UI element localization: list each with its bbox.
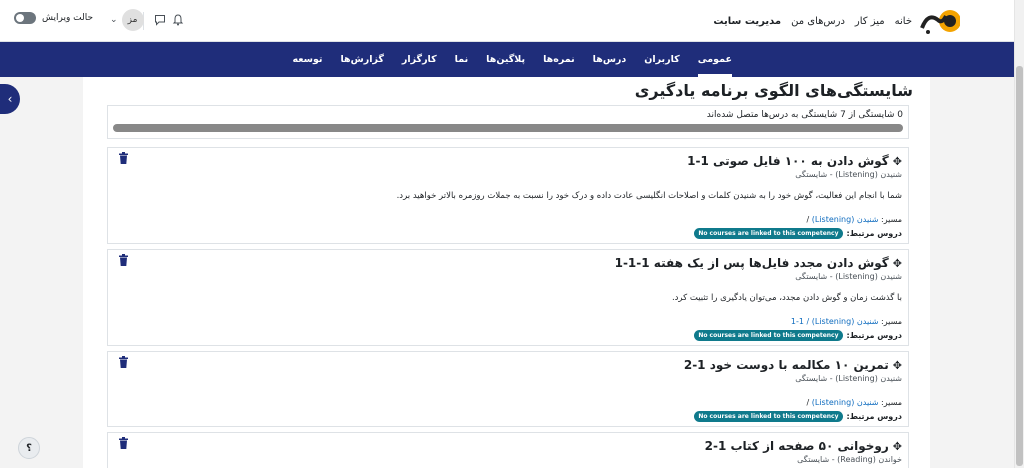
scrollbar[interactable] — [1014, 0, 1024, 468]
user-menu[interactable]: ⌄ مز — [110, 9, 144, 31]
progress-bar — [113, 124, 903, 132]
nav-dashboard[interactable]: میز کار — [855, 16, 885, 27]
related-courses: دروس مرتبط: No courses are linked to thi… — [694, 411, 902, 422]
path-link[interactable]: شنیدن (Listening) — [812, 398, 879, 407]
nav-site-admin[interactable]: مدیریت سایت — [713, 16, 781, 27]
related-courses: دروس مرتبط: No courses are linked to thi… — [694, 228, 902, 239]
competency-title[interactable]: ✥ گوش دادن مجدد فایل‌ها پس از یک هفته 1-… — [615, 256, 902, 270]
tab-users[interactable]: کاربران — [644, 42, 679, 77]
tab-courses[interactable]: درس‌ها — [593, 42, 627, 77]
competency-subtitle: شنیدن (Listening) - شایستگی — [795, 272, 902, 281]
no-courses-badge: No courses are linked to this competency — [694, 330, 843, 341]
competency-title-text: روخوانی ۵۰ صفحه از کتاب 1-2 — [704, 439, 889, 453]
move-icon[interactable]: ✥ — [893, 257, 902, 270]
competency-title[interactable]: ✥ تمرین ۱۰ مکالمه با دوست خود 1-2 — [684, 358, 902, 372]
move-icon[interactable]: ✥ — [893, 359, 902, 372]
trash-icon[interactable] — [118, 254, 129, 266]
bell-icon[interactable] — [172, 14, 184, 26]
trash-icon[interactable] — [118, 356, 129, 368]
competency-card: ✥ گوش دادن مجدد فایل‌ها پس از یک هفته 1-… — [107, 249, 909, 346]
main-content: شایستگی‌های الگوی برنامه یادگیری 0 شایست… — [83, 77, 930, 468]
tab-reports[interactable]: گزارش‌ها — [340, 42, 383, 77]
competency-path: مسیر: شنیدن (Listening) / 1-1 — [790, 317, 902, 326]
help-button[interactable]: ؟ — [18, 437, 40, 459]
competency-card: ✥ گوش دادن به ۱۰۰ فایل صوتی 1-1 شنیدن (L… — [107, 147, 909, 244]
competency-path: مسیر: شنیدن (Listening) / — [806, 398, 902, 407]
site-logo[interactable] — [920, 6, 960, 36]
competency-title-text: گوش دادن به ۱۰۰ فایل صوتی 1-1 — [687, 154, 889, 168]
move-icon[interactable]: ✥ — [893, 155, 902, 168]
chevron-right-icon: › — [7, 92, 13, 106]
nav-home[interactable]: خانه — [895, 16, 912, 27]
move-icon[interactable]: ✥ — [893, 440, 902, 453]
chevron-down-icon[interactable]: ⌄ — [110, 15, 118, 25]
no-courses-badge: No courses are linked to this competency — [694, 411, 843, 422]
avatar[interactable]: مز — [121, 9, 144, 31]
tab-server[interactable]: کارگزار — [402, 42, 437, 77]
top-header: خانه میز کار درس‌های من مدیریت سایت ⌄ مز… — [0, 0, 1014, 42]
primary-nav: خانه میز کار درس‌های من مدیریت سایت — [713, 0, 912, 42]
nav-my-courses[interactable]: درس‌های من — [791, 16, 845, 27]
secondary-nav: عمومی کاربران درس‌ها نمره‌ها پلاگین‌ها ن… — [0, 42, 1014, 77]
competency-description: شما با انجام این فعالیت، گوش خود را به ش… — [396, 191, 902, 201]
competency-title-text: تمرین ۱۰ مکالمه با دوست خود 1-2 — [683, 358, 889, 372]
competency-summary: 0 شایستگی از 7 شایستگی به درس‌ها متصل شد… — [107, 105, 909, 139]
edit-mode-label: حالت ویرایش — [42, 13, 94, 23]
competency-title[interactable]: ✥ روخوانی ۵۰ صفحه از کتاب 1-2 — [705, 439, 902, 453]
edit-mode-switch[interactable] — [14, 12, 36, 24]
competency-subtitle: خواندن (Reading) - شایستگی — [797, 455, 902, 464]
path-link[interactable]: شنیدن (Listening) — [812, 215, 879, 224]
related-courses: دروس مرتبط: No courses are linked to thi… — [694, 330, 902, 341]
trash-icon[interactable] — [118, 437, 129, 449]
drawer-toggle-button[interactable]: › — [0, 84, 20, 114]
summary-text: 0 شایستگی از 7 شایستگی به درس‌ها متصل شد… — [706, 110, 903, 120]
message-icon[interactable] — [154, 14, 166, 26]
competency-title-text: گوش دادن مجدد فایل‌ها پس از یک هفته 1-1-… — [614, 256, 889, 270]
path-link[interactable]: شنیدن (Listening) — [812, 317, 879, 326]
trash-icon[interactable] — [118, 152, 129, 164]
competency-card: ✥ تمرین ۱۰ مکالمه با دوست خود 1-2 شنیدن … — [107, 351, 909, 427]
competency-description: با گذشت زمان و گوش دادن مجدد، می‌توان یا… — [671, 293, 902, 303]
competency-subtitle: شنیدن (Listening) - شایستگی — [795, 170, 902, 179]
competency-card: ✥ روخوانی ۵۰ صفحه از کتاب 1-2 خواندن (Re… — [107, 432, 909, 468]
edit-mode-toggle[interactable]: حالت ویرایش — [14, 12, 93, 24]
scrollbar-thumb[interactable] — [1016, 66, 1023, 466]
tab-grades[interactable]: نمره‌ها — [543, 42, 575, 77]
tab-general[interactable]: عمومی — [697, 42, 733, 77]
tab-appearance[interactable]: نما — [455, 42, 469, 77]
no-courses-badge: No courses are linked to this competency — [694, 228, 843, 239]
competency-subtitle: شنیدن (Listening) - شایستگی — [795, 374, 902, 383]
competency-title[interactable]: ✥ گوش دادن به ۱۰۰ فایل صوتی 1-1 — [687, 154, 902, 168]
competency-path: مسیر: شنیدن (Listening) / — [806, 215, 902, 224]
page-title: شایستگی‌های الگوی برنامه یادگیری — [634, 81, 913, 100]
tab-development[interactable]: توسعه — [292, 42, 322, 77]
tab-plugins[interactable]: پلاگین‌ها — [486, 42, 525, 77]
